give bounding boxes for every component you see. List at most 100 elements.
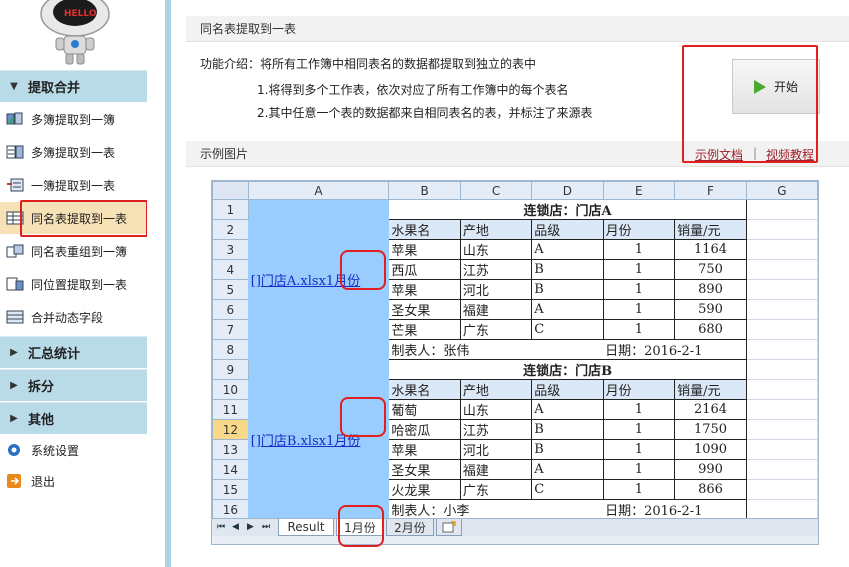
- source-link[interactable]: []门店A.xlsx: [251, 274, 326, 289]
- group-extract-merge[interactable]: ▼ 提取合并: [0, 70, 147, 102]
- row-header[interactable]: 15: [212, 479, 249, 500]
- empty-cell: [745, 399, 818, 420]
- table-cell: 1164: [674, 239, 747, 260]
- last-sheet-icon[interactable]: ⏭: [262, 522, 270, 532]
- empty-cell: [745, 419, 818, 440]
- row-header[interactable]: 2: [212, 219, 249, 240]
- sidebar-item-multi-book-to-book[interactable]: 多簿提取到一簿: [0, 104, 147, 134]
- row-header[interactable]: 6: [212, 299, 249, 320]
- table-cell: 西瓜: [388, 259, 461, 280]
- sidebar-item-multi-book-to-table[interactable]: 多簿提取到一表: [0, 137, 147, 167]
- tab-jan[interactable]: 1月份: [336, 519, 384, 536]
- sidebar-item-merge-dynamic[interactable]: 合并动态字段: [0, 302, 147, 332]
- table-cell: 芒果: [388, 319, 461, 340]
- chevron-right-icon: ▶: [10, 413, 18, 424]
- table-cell: 河北: [459, 279, 533, 300]
- table-cell: A: [531, 459, 604, 480]
- table-cell: 河北: [459, 439, 533, 460]
- table-cell: 2164: [674, 399, 747, 420]
- table-cell: 江苏: [459, 419, 533, 440]
- first-sheet-icon[interactable]: ⏮: [217, 522, 225, 532]
- new-sheet-icon[interactable]: [436, 519, 462, 536]
- empty-cell: [745, 239, 818, 260]
- sidebar-item-label: 同位置提取到一表: [31, 277, 128, 292]
- book-table-icon: [6, 145, 24, 159]
- column-header[interactable]: F: [674, 181, 747, 200]
- position-icon: [6, 277, 24, 291]
- row-header[interactable]: 5: [212, 279, 249, 300]
- chevron-right-icon: ▶: [10, 347, 18, 358]
- chevron-right-icon: ▶: [10, 380, 18, 391]
- table-header-cell: 品级: [531, 219, 604, 240]
- row-header[interactable]: 16: [212, 499, 249, 520]
- group-label: 汇总统计: [28, 347, 81, 362]
- table-cell: 火龙果: [388, 479, 461, 500]
- single-book-icon: [6, 178, 24, 192]
- table-header-cell: 销量/元: [674, 379, 747, 400]
- chevron-down-icon: ▼: [10, 81, 18, 92]
- row-header[interactable]: 4: [212, 259, 249, 280]
- group-label: 其他: [28, 413, 55, 428]
- column-header[interactable]: B: [388, 181, 461, 200]
- table-cell: 苹果: [388, 279, 461, 300]
- start-button-label: 开始: [773, 80, 798, 94]
- sidebar-item-single-book-to-table[interactable]: 一簿提取到一表: [0, 170, 147, 200]
- row-header[interactable]: 9: [212, 359, 249, 380]
- table-cell: 苹果: [388, 239, 461, 260]
- table-cell: 广东: [459, 319, 533, 340]
- sidebar-item-same-position[interactable]: 同位置提取到一表: [0, 269, 147, 299]
- row-header[interactable]: 8: [212, 339, 249, 360]
- sidebar-item-same-name-to-table[interactable]: 同名表提取到一表: [0, 202, 147, 234]
- row-header[interactable]: 14: [212, 459, 249, 480]
- maker-cell: 制表人：张伟: [388, 339, 604, 360]
- sidebar-item-settings[interactable]: 系统设置: [0, 435, 147, 465]
- row-header[interactable]: 13: [212, 439, 249, 460]
- table-cell: B: [531, 259, 604, 280]
- table-header-cell: 产地: [459, 379, 533, 400]
- row-header[interactable]: 7: [212, 319, 249, 340]
- source-sheet-link[interactable]: 1月份: [326, 434, 360, 449]
- exit-icon: [6, 474, 24, 488]
- table-cell: 890: [674, 279, 747, 300]
- table-cell: 福建: [459, 299, 533, 320]
- sidebar-item-same-name-reorg[interactable]: 同名表重组到一簿: [0, 236, 147, 266]
- row-header[interactable]: 11: [212, 399, 249, 420]
- group-other[interactable]: ▶ 其他: [0, 402, 147, 434]
- table-cell: C: [531, 319, 604, 340]
- tab-feb[interactable]: 2月份: [386, 519, 434, 536]
- horizontal-scrollbar[interactable]: [212, 536, 818, 544]
- reorg-icon: [6, 244, 24, 258]
- splitter-bar[interactable]: [165, 0, 171, 567]
- main-panel: 同名表提取到一表 功能介绍：将所有工作簿中相同表名的数据都提取到独立的表中 1.…: [186, 0, 849, 567]
- row-header[interactable]: 12: [212, 419, 249, 440]
- video-tutorial-link[interactable]: 视频教程: [766, 146, 814, 163]
- column-header[interactable]: C: [459, 181, 533, 200]
- sidebar-item-label: 多簿提取到一簿: [31, 112, 116, 127]
- row-header[interactable]: 10: [212, 379, 249, 400]
- group-label: 提取合并: [28, 81, 81, 96]
- table-cell: 圣女果: [388, 459, 461, 480]
- table-header-cell: 品级: [531, 379, 604, 400]
- tab-result[interactable]: Result: [278, 519, 334, 536]
- group-split[interactable]: ▶ 拆分: [0, 369, 147, 401]
- group-summary[interactable]: ▶ 汇总统计: [0, 336, 147, 368]
- row-header[interactable]: 3: [212, 239, 249, 260]
- source-sheet-link[interactable]: 1月份: [326, 274, 360, 289]
- column-header[interactable]: A: [247, 181, 390, 200]
- column-header[interactable]: E: [602, 181, 676, 200]
- empty-cell: [745, 439, 818, 460]
- table-cell: 1: [602, 479, 676, 500]
- source-link[interactable]: []门店B.xlsx: [251, 434, 326, 449]
- sidebar-item-exit[interactable]: 退出: [0, 466, 147, 496]
- corner-cell[interactable]: [212, 181, 249, 200]
- example-doc-link[interactable]: 示例文档: [695, 146, 743, 163]
- column-header[interactable]: G: [745, 181, 818, 200]
- sidebar-item-label: 合并动态字段: [31, 310, 104, 325]
- prev-sheet-icon[interactable]: ◀: [232, 522, 239, 532]
- row-header[interactable]: 1: [212, 199, 249, 220]
- next-sheet-icon[interactable]: ▶: [247, 522, 254, 532]
- column-header[interactable]: D: [531, 181, 604, 200]
- start-button[interactable]: 开始: [732, 59, 820, 114]
- table-cell: 山东: [459, 239, 533, 260]
- link-separator: |: [753, 146, 758, 160]
